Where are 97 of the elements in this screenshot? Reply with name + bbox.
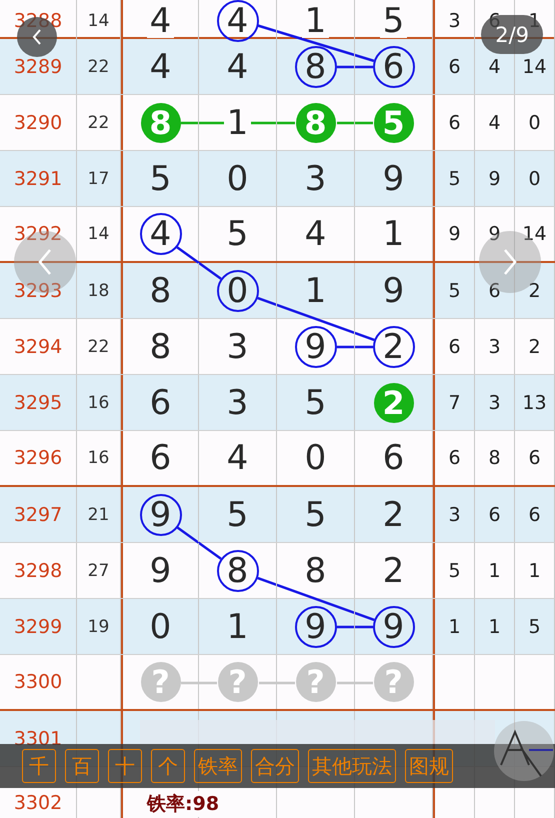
stat-value: 0 bbox=[528, 112, 541, 134]
sum-value: 22 bbox=[88, 112, 110, 132]
stat-value: 6 bbox=[448, 56, 461, 78]
stat-value: 3 bbox=[488, 336, 501, 358]
circled-digit: 2 bbox=[372, 326, 414, 368]
circled-digit: 9 bbox=[294, 326, 336, 368]
issue-number: 3293 bbox=[14, 280, 62, 302]
circled-digit: 9 bbox=[294, 606, 336, 648]
circled-digit: 9 bbox=[140, 494, 182, 536]
issue-number: 3291 bbox=[14, 168, 62, 190]
sum-value: 22 bbox=[88, 56, 110, 76]
sum-value: 22 bbox=[88, 336, 110, 356]
toolbar-button[interactable]: 其他玩法 bbox=[308, 749, 396, 783]
circled-digit: 6 bbox=[372, 46, 414, 88]
connector-line bbox=[337, 626, 373, 628]
stat-value: 2 bbox=[528, 336, 541, 358]
stat-value: 9 bbox=[488, 168, 501, 190]
stat-value: 1 bbox=[528, 560, 541, 582]
sum-value: 19 bbox=[88, 616, 110, 636]
issue-number: 3289 bbox=[14, 56, 62, 78]
digit-ball: 2 bbox=[374, 382, 414, 422]
digit: 4 bbox=[146, 4, 174, 38]
stat-value: 14 bbox=[522, 223, 547, 245]
issue-number: 3292 bbox=[14, 223, 62, 245]
circled-digit: 8 bbox=[294, 46, 336, 88]
stat-value: 6 bbox=[448, 336, 461, 358]
issue-number: 3298 bbox=[14, 560, 62, 582]
connector-line bbox=[337, 122, 373, 124]
issue-number: 3300 bbox=[14, 671, 62, 693]
sum-value: 16 bbox=[88, 392, 110, 412]
stat-value: 5 bbox=[448, 280, 461, 302]
stat-value: 0 bbox=[528, 168, 541, 190]
connector-line bbox=[337, 66, 373, 68]
stat-value: 8 bbox=[488, 447, 501, 469]
stat-value: 4 bbox=[488, 112, 501, 134]
sum-value: 18 bbox=[88, 280, 110, 300]
digit: 1 bbox=[302, 4, 330, 38]
stat-value: 6 bbox=[448, 112, 461, 134]
digit-ball: 5 bbox=[374, 102, 414, 142]
stat-value: 6 bbox=[528, 447, 541, 469]
stat-value: 6 bbox=[528, 504, 541, 526]
stat-value: 5 bbox=[448, 168, 461, 190]
stat-value: 6 bbox=[488, 504, 501, 526]
issue-number: 3302 bbox=[14, 792, 62, 814]
digit-ball: ? bbox=[374, 662, 414, 702]
stat-value: 14 bbox=[522, 56, 547, 78]
issue-number: 3290 bbox=[14, 112, 62, 134]
stat-value: 1 bbox=[448, 616, 461, 638]
toolbar-button[interactable]: 个 bbox=[151, 749, 185, 783]
issue-number: 3301 bbox=[14, 728, 62, 750]
toolbar-button[interactable]: 十 bbox=[108, 749, 142, 783]
issue-number: 3296 bbox=[14, 447, 62, 469]
stat-value: 6 bbox=[448, 447, 461, 469]
back-icon bbox=[31, 28, 43, 46]
circled-digit: 9 bbox=[372, 606, 414, 648]
toolbar-button[interactable]: 百 bbox=[65, 749, 99, 783]
issue-number: 3294 bbox=[14, 336, 62, 358]
stat-value: 6 bbox=[488, 280, 501, 302]
stat-value: 4 bbox=[488, 56, 501, 78]
stat-value: 3 bbox=[488, 392, 501, 414]
stat-value: 7 bbox=[448, 392, 461, 414]
stat-value: 3 bbox=[448, 504, 461, 526]
digit-ball: 8 bbox=[296, 102, 336, 142]
stat-value: 1 bbox=[488, 616, 501, 638]
stat-value: 13 bbox=[522, 392, 547, 414]
stat-value: 5 bbox=[448, 560, 461, 582]
toolbar-button[interactable]: 图规 bbox=[405, 749, 453, 783]
stat-value: 3 bbox=[448, 10, 461, 32]
toolbar-button[interactable]: 铁率 bbox=[194, 749, 242, 783]
digit-ball: ? bbox=[140, 662, 180, 702]
sum-value: 17 bbox=[88, 168, 110, 188]
stat-value: 9 bbox=[448, 223, 461, 245]
toolbar-button[interactable]: 合分 bbox=[251, 749, 299, 783]
stat-value: 5 bbox=[528, 616, 541, 638]
drawing-tool-icon[interactable] bbox=[493, 720, 555, 782]
digit-ball: ? bbox=[296, 662, 336, 702]
circled-digit: 8 bbox=[216, 550, 258, 592]
circled-digit: 0 bbox=[216, 270, 258, 312]
issue-number: 3299 bbox=[14, 616, 62, 638]
sum-value: 16 bbox=[88, 448, 110, 468]
sum-value: 21 bbox=[88, 504, 110, 524]
toolbar-button[interactable]: 千 bbox=[22, 749, 56, 783]
sum-value: 27 bbox=[88, 560, 110, 580]
connector-line bbox=[176, 246, 222, 280]
issue-number: 3297 bbox=[14, 504, 62, 526]
sum-value: 14 bbox=[88, 11, 110, 31]
issue-number: 3295 bbox=[14, 392, 62, 414]
connector-line bbox=[176, 526, 222, 560]
digit-ball: ? bbox=[218, 662, 258, 702]
stat-value: 9 bbox=[488, 223, 501, 245]
circled-digit: 4 bbox=[140, 213, 182, 255]
digit-ball: 8 bbox=[140, 102, 180, 142]
stat-value: 2 bbox=[528, 280, 541, 302]
sum-value: 14 bbox=[88, 224, 110, 244]
stat-value: 1 bbox=[488, 560, 501, 582]
connector-line bbox=[337, 346, 373, 348]
digit: 5 bbox=[380, 4, 408, 38]
